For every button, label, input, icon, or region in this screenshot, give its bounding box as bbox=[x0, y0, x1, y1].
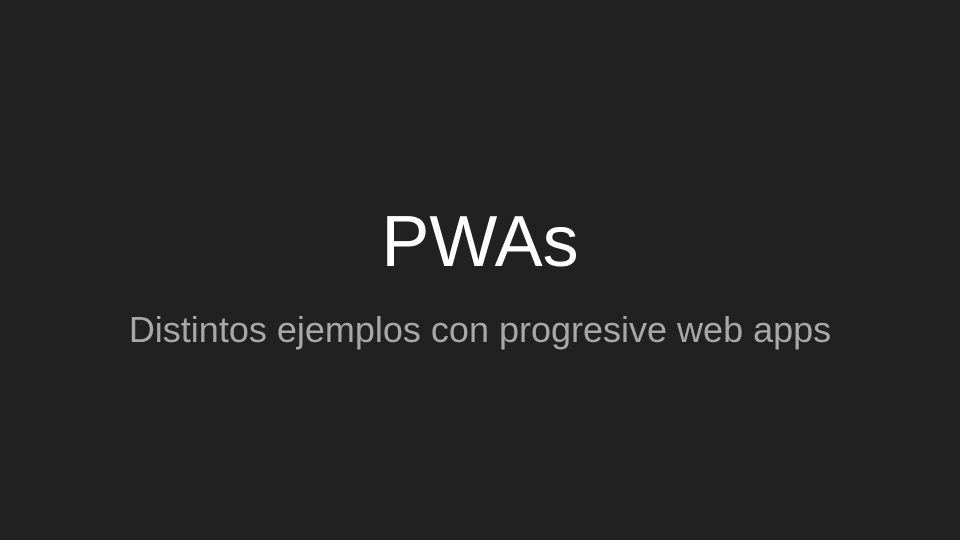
slide-title: PWAs bbox=[381, 202, 579, 282]
title-slide: PWAs Distintos ejemplos con progresive w… bbox=[0, 0, 960, 540]
slide-subtitle: Distintos ejemplos con progresive web ap… bbox=[128, 309, 832, 350]
